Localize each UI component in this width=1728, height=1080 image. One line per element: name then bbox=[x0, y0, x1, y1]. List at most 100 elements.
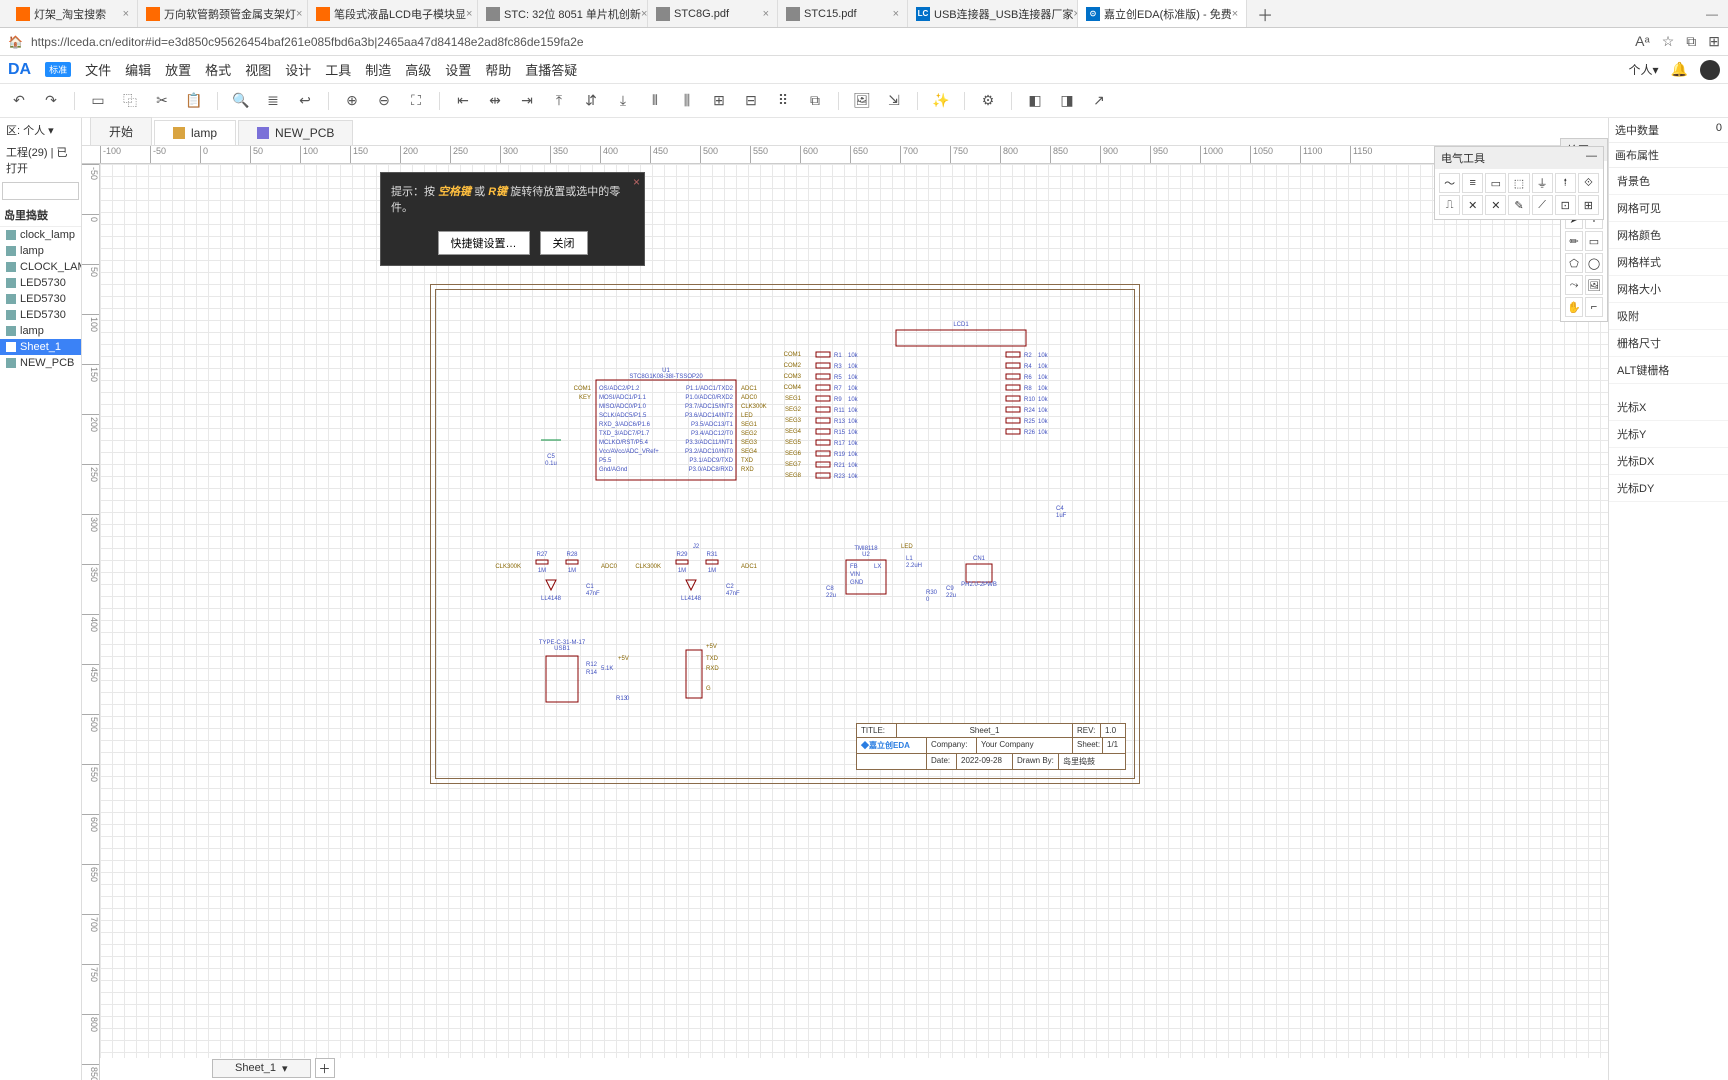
menu-help[interactable]: 帮助 bbox=[485, 60, 511, 79]
doc-tab-start[interactable]: 开始 bbox=[90, 117, 152, 145]
tree-item[interactable]: LED5730 bbox=[0, 291, 81, 307]
prop-grid-color[interactable]: 网格颜色 bbox=[1609, 222, 1728, 249]
menu-live[interactable]: 直播答疑 bbox=[525, 60, 577, 79]
junction-tool[interactable]: ⎍ bbox=[1439, 195, 1460, 215]
menu-design[interactable]: 设计 bbox=[285, 60, 311, 79]
project-search[interactable] bbox=[2, 182, 79, 200]
image-button[interactable]: 🖼 bbox=[853, 92, 871, 110]
extension-icon[interactable]: ⊞ bbox=[1708, 33, 1720, 50]
workspace-switch[interactable]: 个人▾ bbox=[1629, 61, 1659, 78]
close-icon[interactable]: × bbox=[893, 8, 899, 20]
origin-tool[interactable]: ⌐ bbox=[1585, 297, 1603, 317]
popup-close-icon[interactable]: × bbox=[633, 175, 640, 189]
close-icon[interactable]: × bbox=[123, 8, 129, 20]
canvas-area[interactable]: -100-50050100150200250300350400450500550… bbox=[82, 146, 1608, 1080]
misc-tool[interactable]: ⊡ bbox=[1555, 195, 1576, 215]
distrib-v-button[interactable]: ⫼ bbox=[678, 92, 696, 110]
probe-tool[interactable]: ⟋ bbox=[1532, 195, 1553, 215]
prop-snap-size[interactable]: 栅格尺寸 bbox=[1609, 330, 1728, 357]
paste-button[interactable]: 📋 bbox=[185, 92, 203, 110]
bus-tool[interactable]: ≡ bbox=[1462, 173, 1483, 193]
tree-item[interactable]: LED5730 bbox=[0, 307, 81, 323]
wire-tool[interactable]: 〜 bbox=[1439, 173, 1460, 193]
netport-tool[interactable]: ⬚ bbox=[1508, 173, 1529, 193]
url-field[interactable]: https://lceda.cn/editor#id=e3d850c956264… bbox=[31, 35, 1627, 49]
tree-item[interactable]: CLOCK_LAMP bbox=[0, 259, 81, 275]
undo-button[interactable]: ↶ bbox=[10, 92, 28, 110]
zoom-in-button[interactable]: ⊕ bbox=[343, 92, 361, 110]
pan-tool[interactable]: ✋ bbox=[1565, 297, 1583, 317]
collections-icon[interactable]: ⧉ bbox=[1686, 33, 1696, 50]
prop-bg[interactable]: 背景色 bbox=[1609, 168, 1728, 195]
menu-advanced[interactable]: 高级 bbox=[405, 60, 431, 79]
gnd-tool[interactable]: ⏚ bbox=[1532, 173, 1553, 193]
vcc-tool[interactable]: ⭫ bbox=[1555, 173, 1576, 193]
canvas-props-tab[interactable]: 画布属性 bbox=[1615, 147, 1659, 163]
prop-snap[interactable]: 吸附 bbox=[1609, 303, 1728, 330]
menu-fabricate[interactable]: 制造 bbox=[365, 60, 391, 79]
popup-close-button[interactable]: 关闭 bbox=[540, 231, 588, 255]
tree-item[interactable]: clock_lamp bbox=[0, 227, 81, 243]
new-tab-button[interactable]: ＋ bbox=[1247, 2, 1283, 26]
pen-tool[interactable]: ✎ bbox=[1508, 195, 1529, 215]
browser-tab[interactable]: 笔段式液晶LCD电子模块显× bbox=[308, 0, 478, 27]
doc-tab-newpcb[interactable]: NEW_PCB bbox=[238, 120, 353, 145]
menu-edit[interactable]: 编辑 bbox=[125, 60, 151, 79]
poly-tool[interactable]: ⬠ bbox=[1565, 253, 1583, 273]
share-button[interactable]: ↗ bbox=[1090, 92, 1108, 110]
ellipse-tool[interactable]: ◯ bbox=[1585, 253, 1603, 273]
browser-tab[interactable]: LCUSB连接器_USB连接器厂家× bbox=[908, 0, 1078, 27]
pencil-tool[interactable]: ✏ bbox=[1565, 231, 1583, 251]
project-folder[interactable]: 岛里捣鼓 bbox=[0, 204, 81, 227]
netlabel-tool[interactable]: ▭ bbox=[1485, 173, 1506, 193]
doc-tab-lamp[interactable]: lamp bbox=[154, 120, 236, 145]
browser-tab[interactable]: STC: 32位 8051 单片机创新× bbox=[478, 0, 648, 27]
zoom-out-button[interactable]: ⊖ bbox=[375, 92, 393, 110]
tree-item[interactable]: lamp bbox=[0, 243, 81, 259]
scope-selector[interactable]: 区: 个人 ▾ bbox=[6, 122, 54, 138]
minimize-icon[interactable]: — bbox=[1586, 150, 1597, 166]
align-left-button[interactable]: ⇤ bbox=[454, 92, 472, 110]
align-bot-button[interactable]: ⤓ bbox=[614, 92, 632, 110]
close-icon[interactable]: × bbox=[763, 8, 769, 20]
group-button[interactable]: ⧉ bbox=[806, 92, 824, 110]
zoom-fit-button[interactable]: ⛶ bbox=[407, 92, 425, 110]
browser-tab-active[interactable]: ⊙嘉立创EDA(标准版) - 免费× bbox=[1078, 0, 1247, 27]
export-button[interactable]: ⇲ bbox=[885, 92, 903, 110]
rect-tool[interactable]: ▭ bbox=[1585, 231, 1603, 251]
x-tool[interactable]: ✕ bbox=[1485, 195, 1506, 215]
browser-tab[interactable]: STC15.pdf× bbox=[778, 0, 908, 27]
tree-item[interactable]: lamp bbox=[0, 323, 81, 339]
menu-tools[interactable]: 工具 bbox=[325, 60, 351, 79]
grid-button[interactable]: ⊞ bbox=[710, 92, 728, 110]
search-button[interactable]: 🔍 bbox=[232, 92, 250, 110]
noconn-tool[interactable]: ⟐ bbox=[1578, 173, 1599, 193]
image-tool[interactable]: 🖼 bbox=[1585, 275, 1603, 295]
copy-button[interactable]: ⿻ bbox=[121, 92, 139, 110]
add-sheet-button[interactable]: ＋ bbox=[315, 1058, 335, 1078]
tree-item[interactable]: NEW_PCB bbox=[0, 355, 81, 371]
close-icon[interactable]: × bbox=[466, 8, 472, 20]
browser-tab[interactable]: STC8G.pdf× bbox=[648, 0, 778, 27]
tree-item[interactable]: LED5730 bbox=[0, 275, 81, 291]
menu-file[interactable]: 文件 bbox=[85, 60, 111, 79]
cut-button[interactable]: ✂ bbox=[153, 92, 171, 110]
menu-format[interactable]: 格式 bbox=[205, 60, 231, 79]
notifications-icon[interactable]: 🔔 bbox=[1671, 61, 1688, 78]
menu-place[interactable]: 放置 bbox=[165, 60, 191, 79]
busentry-tool[interactable]: ✕ bbox=[1462, 195, 1483, 215]
close-icon[interactable]: × bbox=[296, 8, 302, 20]
align-mid-button[interactable]: ⇵ bbox=[582, 92, 600, 110]
distrib-h-button[interactable]: ⫴ bbox=[646, 92, 664, 110]
layer2-button[interactable]: ◨ bbox=[1058, 92, 1076, 110]
project-count[interactable]: 工程(29) | 已打开 bbox=[6, 144, 75, 176]
close-icon[interactable]: × bbox=[641, 8, 647, 20]
redo-button[interactable]: ↷ bbox=[42, 92, 60, 110]
bezier-tool[interactable]: ⤳ bbox=[1565, 275, 1583, 295]
menu-settings[interactable]: 设置 bbox=[445, 60, 471, 79]
site-info-icon[interactable]: 🏠 bbox=[8, 35, 23, 49]
select-button[interactable]: ▭ bbox=[89, 92, 107, 110]
magic-button[interactable]: ✨ bbox=[932, 92, 950, 110]
prop-grid-style[interactable]: 网格样式 bbox=[1609, 249, 1728, 276]
filter-button[interactable]: ≣ bbox=[264, 92, 282, 110]
